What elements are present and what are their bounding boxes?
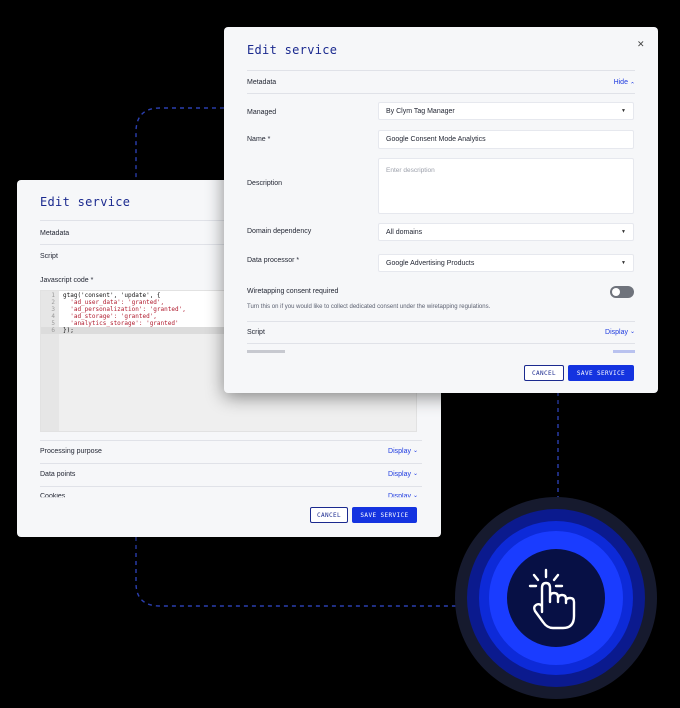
name-label: Name * — [247, 136, 271, 143]
data-points-display-toggle[interactable]: Display ⌄ — [388, 471, 418, 478]
front-metadata-label: Metadata — [247, 79, 277, 86]
chevron-down-icon: ⌄ — [629, 329, 635, 335]
back-metadata-label[interactable]: Metadata — [40, 230, 69, 237]
wiretapping-help-text: Turn this on if you would like to collec… — [247, 304, 491, 310]
caret-down-icon: ▼ — [621, 108, 626, 114]
front-edit-service-modal: Edit service ✕ Metadata Hide ⌄ Managed By… — [224, 27, 658, 393]
code-line: 3 'ad_personalization': 'granted', — [51, 306, 186, 313]
code-line: 2 'ad_user_data': 'granted', — [51, 299, 165, 306]
back-script-label[interactable]: Script — [40, 253, 58, 260]
wiretapping-label: Wiretapping consent required — [247, 288, 339, 295]
front-save-service-button[interactable]: SAVE SERVICE — [568, 365, 634, 381]
cookies-display-toggle[interactable]: Display ⌄ — [388, 493, 418, 499]
code-line: 1 gtag('consent', 'update', { — [51, 292, 161, 299]
domain-dependency-select[interactable]: All domains ▼ — [378, 223, 634, 241]
managed-select[interactable]: By Clym Tag Manager ▼ — [378, 102, 634, 120]
front-modal-title: Edit service — [247, 43, 338, 57]
close-icon[interactable]: ✕ — [637, 39, 645, 50]
js-code-label: Javascript code * — [40, 277, 94, 284]
front-script-label: Script — [247, 329, 265, 336]
back-modal-title: Edit service — [40, 195, 131, 209]
chevron-down-icon: ⌄ — [412, 471, 418, 477]
cookies-label: Cookies — [40, 493, 66, 500]
caret-down-icon: ▼ — [621, 229, 626, 235]
managed-label: Managed — [247, 109, 277, 116]
hand-pointer-click-icon — [528, 568, 576, 630]
chevron-up-icon: ⌄ — [629, 80, 635, 86]
code-line: 6}); — [51, 327, 74, 334]
front-cancel-button[interactable]: CANCEL — [524, 365, 564, 381]
caret-down-icon: ▼ — [621, 260, 626, 266]
metadata-hide-toggle[interactable]: Hide ⌄ — [614, 79, 635, 86]
chevron-down-icon: ⌄ — [412, 448, 418, 454]
click-badge[interactable] — [455, 497, 657, 699]
name-input[interactable]: Google Consent Mode Analytics — [378, 130, 634, 149]
description-label: Description — [247, 180, 283, 187]
back-cancel-button[interactable]: CANCEL — [310, 507, 348, 523]
script-display-toggle[interactable]: Display ⌄ — [605, 329, 635, 336]
next-section-peek — [247, 350, 285, 353]
processing-purpose-display-toggle[interactable]: Display ⌄ — [388, 448, 418, 455]
data-points-label: Data points — [40, 471, 76, 478]
data-processor-select[interactable]: Google Advertising Products ▼ — [378, 254, 634, 272]
data-processor-label: Data processor * — [247, 257, 300, 264]
description-textarea[interactable]: Enter description — [378, 158, 634, 214]
code-line: 4 'ad_storage': 'granted', — [51, 313, 157, 320]
back-save-service-button[interactable]: SAVE SERVICE — [352, 507, 417, 523]
processing-purpose-label: Processing purpose — [40, 448, 102, 455]
chevron-down-icon: ⌄ — [412, 493, 418, 499]
domain-dependency-label: Domain dependency — [247, 228, 312, 235]
wiretapping-toggle[interactable] — [610, 286, 634, 298]
code-line: 5 'analytics_storage': 'granted' — [51, 320, 179, 327]
